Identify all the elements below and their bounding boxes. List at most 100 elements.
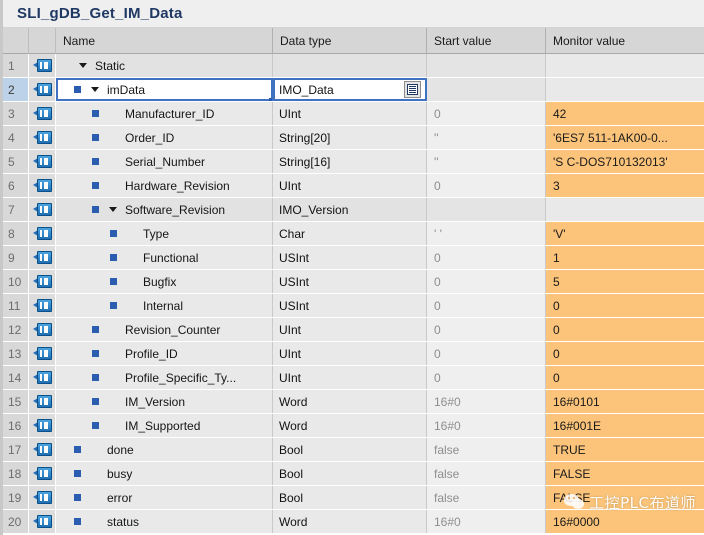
cell-data-type[interactable]: Char [273,222,427,245]
table-row[interactable]: 8 Type Char ' ' 'V' [3,222,704,246]
row-number[interactable]: 15 [3,390,29,413]
cell-monitor-value[interactable]: 0 [546,366,704,389]
table-row[interactable]: 19 error Bool false FALSE [3,486,704,510]
row-number[interactable]: 5 [3,150,29,173]
cell-start-value[interactable]: false [427,486,546,509]
cell-name[interactable]: Bugfix [56,270,273,293]
cell-name[interactable]: IM_Supported [56,414,273,437]
cell-data-type[interactable]: Word [273,390,427,413]
cell-start-value[interactable]: 0 [427,102,546,125]
cell-data-type[interactable]: UInt [273,102,427,125]
table-row[interactable]: 2 imData IMO_Data [3,78,704,102]
cell-monitor-value[interactable]: 'V' [546,222,704,245]
cell-name[interactable]: done [56,438,273,461]
cell-monitor-value[interactable]: 16#0000 [546,510,704,533]
cell-monitor-value[interactable]: FALSE [546,486,704,509]
column-header-start-value[interactable]: Start value [427,28,546,53]
row-number[interactable]: 13 [3,342,29,365]
expander-triangle-icon[interactable] [86,78,103,101]
cell-start-value[interactable] [427,198,546,221]
cell-monitor-value[interactable]: TRUE [546,438,704,461]
row-number[interactable]: 18 [3,462,29,485]
cell-data-type[interactable] [273,54,427,77]
cell-start-value[interactable]: 0 [427,294,546,317]
row-number[interactable]: 12 [3,318,29,341]
cell-data-type[interactable]: USInt [273,294,427,317]
cell-name[interactable]: imData [56,78,273,101]
cell-data-type[interactable]: USInt [273,270,427,293]
table-row[interactable]: 9 Functional USInt 0 1 [3,246,704,270]
table-row[interactable]: 16 IM_Supported Word 16#0 16#001E [3,414,704,438]
row-number[interactable]: 9 [3,246,29,269]
cell-start-value[interactable]: 0 [427,318,546,341]
table-row[interactable]: 17 done Bool false TRUE [3,438,704,462]
table-row[interactable]: 18 busy Bool false FALSE [3,462,704,486]
cell-data-type[interactable]: Bool [273,462,427,485]
cell-monitor-value[interactable]: 42 [546,102,704,125]
cell-name[interactable]: Type [56,222,273,245]
cell-monitor-value[interactable]: FALSE [546,462,704,485]
table-row[interactable]: 13 Profile_ID UInt 0 0 [3,342,704,366]
row-number[interactable]: 7 [3,198,29,221]
cell-start-value[interactable]: 0 [427,174,546,197]
row-number[interactable]: 11 [3,294,29,317]
row-number[interactable]: 1 [3,54,29,77]
cell-data-type[interactable]: Word [273,510,427,533]
cell-name[interactable]: Manufacturer_ID [56,102,273,125]
cell-start-value[interactable]: 0 [427,270,546,293]
row-number[interactable]: 19 [3,486,29,509]
cell-start-value[interactable]: 0 [427,246,546,269]
cell-monitor-value[interactable]: 1 [546,246,704,269]
table-row[interactable]: 4 Order_ID String[20] '' '6ES7 511-1AK00-0..… [3,126,704,150]
cell-data-type[interactable]: USInt [273,246,427,269]
row-number[interactable]: 2 [3,78,29,101]
cell-monitor-value[interactable]: 5 [546,270,704,293]
table-row[interactable]: 1 Static [3,54,704,78]
table-row[interactable]: 15 IM_Version Word 16#0 16#0101 [3,390,704,414]
cell-start-value[interactable] [427,54,546,77]
table-row[interactable]: 14 Profile_Specific_Ty... UInt 0 0 [3,366,704,390]
cell-start-value[interactable]: false [427,462,546,485]
row-number[interactable]: 8 [3,222,29,245]
cell-start-value[interactable]: 0 [427,342,546,365]
cell-monitor-value[interactable]: 0 [546,294,704,317]
cell-data-type[interactable]: UInt [273,318,427,341]
cell-name[interactable]: status [56,510,273,533]
cell-monitor-value[interactable] [546,198,704,221]
cell-monitor-value[interactable]: 3 [546,174,704,197]
cell-start-value[interactable]: ' ' [427,222,546,245]
type-list-picker-icon[interactable] [404,81,421,98]
table-row[interactable]: 5 Serial_Number String[16] '' 'S C-DOS710132… [3,150,704,174]
cell-name[interactable]: IM_Version [56,390,273,413]
table-row[interactable]: 10 Bugfix USInt 0 5 [3,270,704,294]
row-number[interactable]: 4 [3,126,29,149]
table-row[interactable]: 11 Internal USInt 0 0 [3,294,704,318]
cell-name[interactable]: Internal [56,294,273,317]
cell-monitor-value[interactable]: '6ES7 511-1AK00-0... [546,126,704,149]
cell-start-value[interactable]: '' [427,150,546,173]
cell-name[interactable]: Order_ID [56,126,273,149]
cell-data-type[interactable]: IMO_Data [273,78,427,101]
cell-start-value[interactable]: '' [427,126,546,149]
cell-monitor-value[interactable] [546,54,704,77]
cell-data-type[interactable]: UInt [273,174,427,197]
cell-data-type[interactable]: Bool [273,438,427,461]
cell-name[interactable]: busy [56,462,273,485]
cell-data-type[interactable]: String[16] [273,150,427,173]
cell-name[interactable]: Revision_Counter [56,318,273,341]
cell-monitor-value[interactable]: 16#0101 [546,390,704,413]
cell-name[interactable]: Software_Revision [56,198,273,221]
cell-monitor-value[interactable]: 'S C-DOS710132013' [546,150,704,173]
cell-data-type[interactable]: Bool [273,486,427,509]
cell-start-value[interactable] [427,78,546,101]
cell-name[interactable]: Static [56,54,273,77]
cell-data-type[interactable]: UInt [273,366,427,389]
cell-monitor-value[interactable] [546,78,704,101]
column-header-name[interactable]: Name [56,28,273,53]
table-row[interactable]: 12 Revision_Counter UInt 0 0 [3,318,704,342]
cell-name[interactable]: Profile_ID [56,342,273,365]
row-number[interactable]: 17 [3,438,29,461]
cell-data-type[interactable]: Word [273,414,427,437]
cell-name[interactable]: error [56,486,273,509]
cell-monitor-value[interactable]: 0 [546,318,704,341]
